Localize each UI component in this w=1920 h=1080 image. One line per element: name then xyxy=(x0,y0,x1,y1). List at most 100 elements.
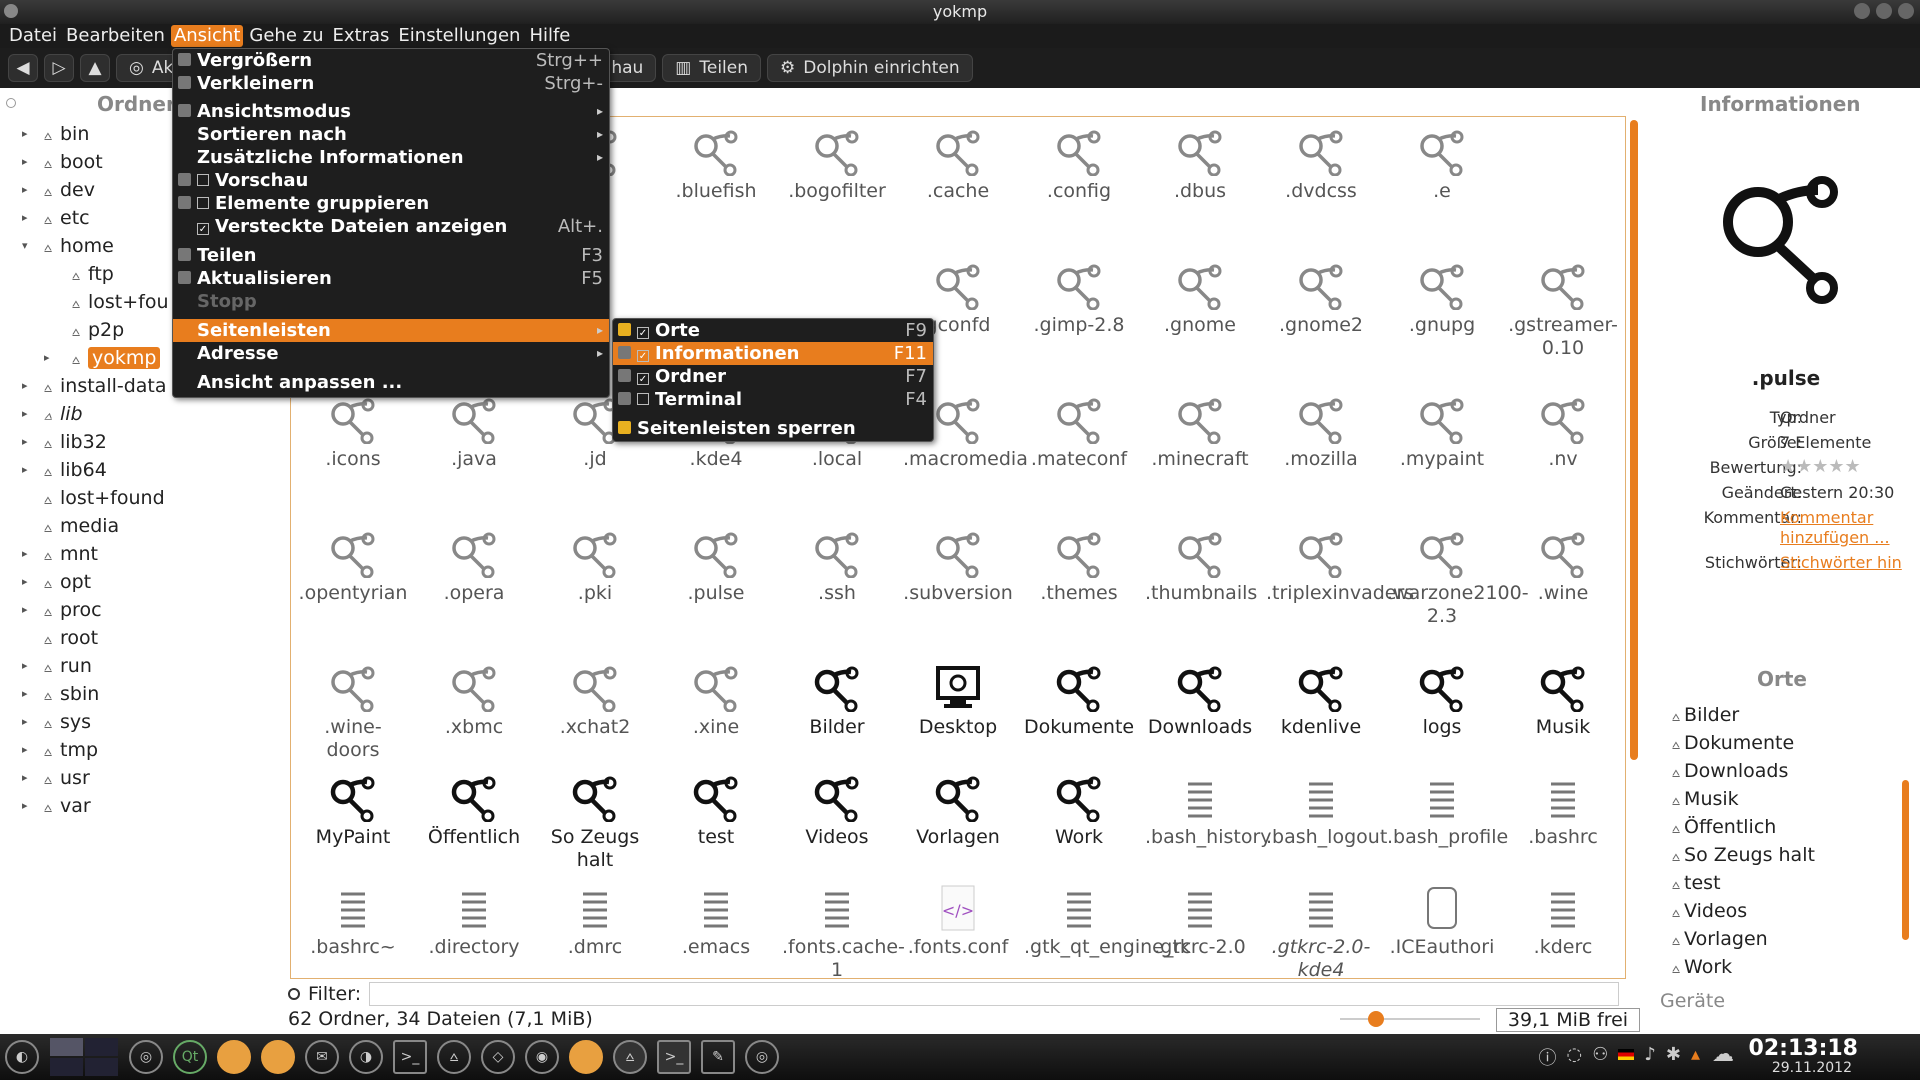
menu-item-reload[interactable]: Aktualisieren F5 xyxy=(173,267,609,290)
file-item[interactable]: .wine-doors xyxy=(298,664,408,762)
clock-time[interactable]: 02:13:18 xyxy=(1749,1036,1858,1061)
tree-item[interactable]: ▸ ⩟ opt xyxy=(0,568,91,596)
file-item[interactable]: kdenlive xyxy=(1266,664,1376,739)
menu-item-group-items[interactable]: Elemente gruppieren xyxy=(173,192,609,215)
file-item[interactable]: .bash_logout xyxy=(1266,774,1387,849)
taskbar-app-icon[interactable]: ◑ xyxy=(349,1040,383,1074)
menu-item-view-mode[interactable]: Ansichtsmodus ▸ xyxy=(173,100,609,123)
file-item[interactable]: Work xyxy=(1024,774,1134,849)
menu-item-show-hidden[interactable]: ✓ Versteckte Dateien anzeigen Alt+. xyxy=(173,215,609,238)
text-editor-icon[interactable]: ✎ xyxy=(701,1040,735,1074)
menu-gehe-zu[interactable]: Gehe zu xyxy=(246,25,326,47)
terminal-icon[interactable]: >_ xyxy=(657,1040,691,1074)
file-item[interactable]: .bashrc xyxy=(1508,774,1618,849)
file-item[interactable]: test xyxy=(661,774,771,849)
submenu-item-information[interactable]: ✓ Informationen F11 xyxy=(613,342,933,365)
active-dolphin-icon[interactable]: ⩟ xyxy=(613,1040,647,1074)
file-item[interactable]: .bash_history xyxy=(1145,774,1272,849)
filter-input[interactable] xyxy=(369,982,1620,1006)
file-item[interactable]: .minecraft xyxy=(1145,396,1255,471)
tree-item[interactable]: ▸ ⩟ lib64 xyxy=(0,456,107,484)
file-item[interactable]: .wine xyxy=(1508,530,1618,605)
file-item[interactable]: .gimp-2.8 xyxy=(1024,262,1134,337)
split-button[interactable]: ▥ Teilen xyxy=(662,54,761,82)
tree-item[interactable]: ▸ ⩟ sbin xyxy=(0,680,99,708)
file-item[interactable]: .xbmc xyxy=(419,664,529,739)
zoom-slider[interactable] xyxy=(1340,1011,1480,1027)
taskbar-app-icon[interactable] xyxy=(569,1040,603,1074)
file-item[interactable]: .gtkrc-2.0 xyxy=(1145,884,1255,959)
tree-item[interactable]: ⩟ media xyxy=(0,512,119,540)
tree-item[interactable]: ⩟ ftp xyxy=(0,260,114,288)
tree-item[interactable]: ▸ ⩟ bin xyxy=(0,120,89,148)
minimize-icon[interactable] xyxy=(1854,3,1870,19)
taskbar-app-icon[interactable]: ◎ xyxy=(745,1040,779,1074)
tree-item[interactable]: ▸ ⩟ install-data xyxy=(0,372,167,400)
tree-item[interactable]: ▸ ⩟ mnt xyxy=(0,540,98,568)
show-hidden-checkbox[interactable]: ✓ xyxy=(197,223,209,235)
menu-item-preview[interactable]: Vorschau xyxy=(173,169,609,192)
file-item[interactable]: .xine xyxy=(661,664,771,739)
terminal-checkbox[interactable] xyxy=(637,393,649,405)
taskbar-app-icon[interactable]: ◎ xyxy=(129,1040,163,1074)
places-scrollbar[interactable] xyxy=(1902,780,1909,940)
tree-item[interactable]: ⩟ lost+fou xyxy=(0,288,169,316)
file-item[interactable]: Videos xyxy=(782,774,892,849)
menu-item-address[interactable]: Adresse ▸ xyxy=(173,342,609,365)
filter-close-icon[interactable] xyxy=(288,988,300,1000)
information-checkbox[interactable]: ✓ xyxy=(637,350,649,362)
file-item[interactable]: .java xyxy=(419,396,529,471)
file-item[interactable]: .dvdcss xyxy=(1266,128,1376,203)
folders-checkbox[interactable]: ✓ xyxy=(637,373,649,385)
info-icon[interactable]: ⓘ xyxy=(1539,1044,1557,1070)
place-item[interactable]: ⩟ Videos xyxy=(1672,900,1747,922)
flag-de-icon[interactable] xyxy=(1618,1049,1635,1060)
file-item[interactable]: .themes xyxy=(1024,530,1134,605)
desktop-pager[interactable] xyxy=(50,1038,118,1076)
file-item[interactable]: Bilder xyxy=(782,664,892,739)
file-item[interactable]: .xchat2 xyxy=(540,664,650,739)
file-item[interactable]: .gtk_qt_engine_rc xyxy=(1024,884,1191,959)
file-item[interactable]: .ICEauthori xyxy=(1387,884,1497,959)
place-item[interactable]: ⩟ Work xyxy=(1672,956,1732,978)
file-item[interactable]: .e xyxy=(1387,128,1497,203)
zoom-slider-handle[interactable] xyxy=(1368,1011,1384,1027)
file-item[interactable]: .mozilla xyxy=(1266,396,1376,471)
file-item[interactable]: logs xyxy=(1387,664,1497,739)
menu-hilfe[interactable]: Hilfe xyxy=(526,25,573,47)
tree-item[interactable]: ▸ ⩟ tmp xyxy=(0,736,98,764)
terminal-icon[interactable]: >_ xyxy=(393,1040,427,1074)
tree-item[interactable]: ⩟ lost+found xyxy=(0,484,165,512)
menu-extras[interactable]: Extras xyxy=(330,25,393,47)
file-item[interactable]: .cache xyxy=(903,128,1013,203)
file-item[interactable]: .gnupg xyxy=(1387,262,1497,337)
file-item[interactable]: .gnome xyxy=(1145,262,1255,337)
file-item[interactable]: .ssh xyxy=(782,530,892,605)
place-item[interactable]: ⩟ Musik xyxy=(1672,788,1739,810)
forward-button[interactable]: ▷ xyxy=(44,54,74,82)
group-checkbox[interactable] xyxy=(197,197,209,209)
place-item[interactable]: ⩟ Vorlagen xyxy=(1672,928,1768,950)
menu-datei[interactable]: Datei xyxy=(6,25,60,47)
file-item[interactable]: .fonts.cache-1 xyxy=(782,884,905,982)
tree-item[interactable]: ▸ ⩟ lib xyxy=(0,400,83,428)
tree-item[interactable]: ▸ ⩟ var xyxy=(0,792,91,820)
tree-item[interactable]: ▸ ⩟ boot xyxy=(0,148,103,176)
weather-icon[interactable]: ☁ xyxy=(1712,1042,1748,1070)
menu-ansicht[interactable]: Ansicht xyxy=(170,25,244,47)
place-item[interactable]: ⩟ So Zeugs halt xyxy=(1672,844,1815,866)
chat-icon[interactable]: ◌ xyxy=(1567,1044,1583,1070)
dolphin-icon[interactable]: ⩟ xyxy=(437,1040,471,1074)
file-item[interactable]: .dmrc xyxy=(540,884,650,959)
tree-item[interactable]: ▸ ⩟ run xyxy=(0,652,92,680)
tree-item[interactable]: ▸ ⩟ dev xyxy=(0,176,95,204)
file-item[interactable]: .config xyxy=(1024,128,1134,203)
close-icon[interactable] xyxy=(1898,3,1914,19)
file-item[interactable]: So Zeugs halt xyxy=(540,774,650,872)
file-item[interactable]: Vorlagen xyxy=(903,774,1013,849)
taskbar-app-icon[interactable] xyxy=(261,1040,295,1074)
volume-icon[interactable]: ♪ xyxy=(1644,1044,1656,1070)
rating-stars[interactable]: ★★★★★ xyxy=(1780,456,1861,477)
back-button[interactable]: ◀ xyxy=(8,54,38,82)
taskbar-app-icon[interactable]: ◉ xyxy=(525,1040,559,1074)
